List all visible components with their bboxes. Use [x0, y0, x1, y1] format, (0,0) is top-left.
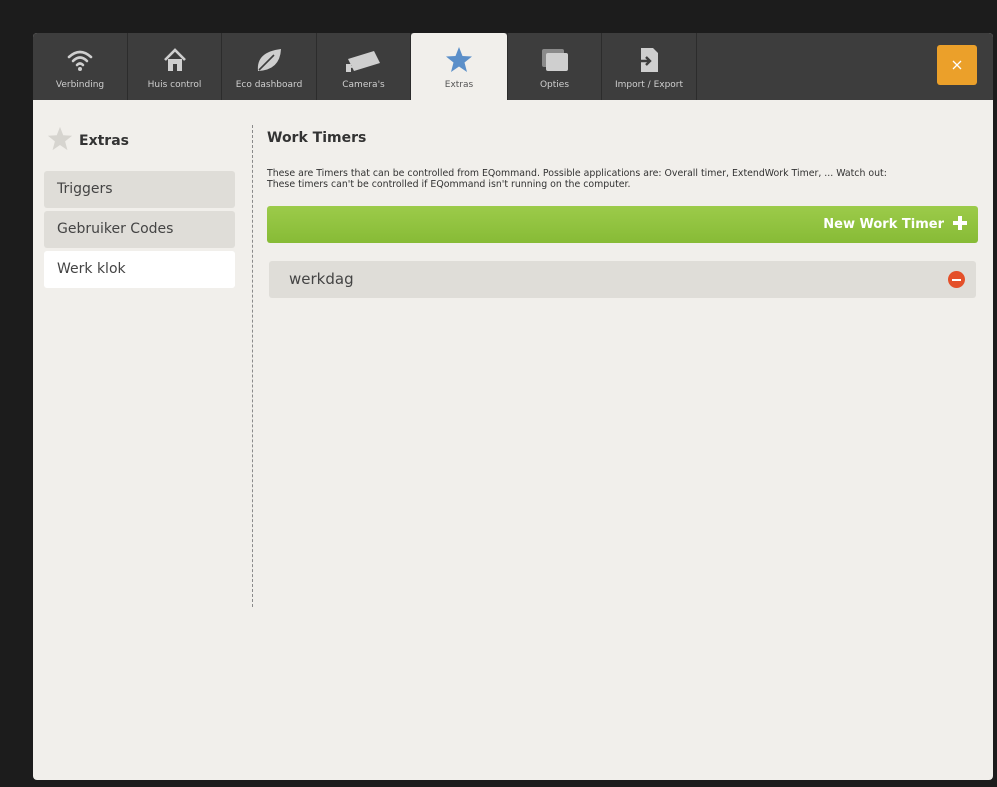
- star-icon: [445, 46, 473, 74]
- sidebar-item-werk-klok[interactable]: Werk klok: [44, 251, 235, 288]
- list-item[interactable]: werkdag: [269, 261, 976, 298]
- tab-extras[interactable]: Extras: [411, 33, 507, 100]
- star-icon: [47, 126, 73, 156]
- leaf-icon: [254, 46, 284, 74]
- sidebar-header: Extras: [47, 126, 129, 156]
- description-text: These are Timers that can be controlled …: [267, 168, 983, 190]
- tab-import-export[interactable]: Import / Export: [602, 33, 697, 100]
- plus-icon: [952, 215, 968, 235]
- sidebar-item-gebruiker-codes[interactable]: Gebruiker Codes: [44, 211, 235, 248]
- tab-cameras[interactable]: Camera's: [317, 33, 411, 100]
- house-icon: [162, 46, 188, 74]
- tab-label: Verbinding: [55, 80, 105, 90]
- wifi-icon: [66, 46, 94, 74]
- options-icon: [540, 46, 570, 74]
- new-work-timer-button[interactable]: New Work Timer: [267, 206, 978, 243]
- close-icon: [951, 56, 963, 75]
- tab-huis-control[interactable]: Huis control: [128, 33, 222, 100]
- tab-label: Extras: [444, 80, 474, 90]
- tab-label: Huis control: [147, 80, 202, 90]
- camera-icon: [344, 46, 384, 74]
- tab-verbinding[interactable]: Verbinding: [33, 33, 128, 100]
- page-title: Work Timers: [267, 130, 367, 146]
- top-navigation-bar: Verbinding Huis control Eco dashboard Ca…: [33, 33, 993, 100]
- new-work-timer-label: New Work Timer: [823, 217, 944, 232]
- tab-label: Eco dashboard: [235, 80, 303, 90]
- column-divider: [252, 125, 253, 607]
- close-button[interactable]: [937, 45, 977, 85]
- remove-icon[interactable]: [948, 271, 965, 288]
- description-line: These timers can't be controlled if EQom…: [267, 179, 631, 190]
- sidebar-item-triggers[interactable]: Triggers: [44, 171, 235, 208]
- tab-label: Camera's: [342, 80, 385, 90]
- tab-opties[interactable]: Opties: [507, 33, 602, 100]
- sidebar-title: Extras: [79, 133, 129, 149]
- timer-name: werkdag: [289, 270, 354, 288]
- description-line: These are Timers that can be controlled …: [267, 168, 887, 179]
- tab-label: Import / Export: [614, 80, 684, 90]
- app-window: Verbinding Huis control Eco dashboard Ca…: [33, 33, 993, 780]
- tab-eco-dashboard[interactable]: Eco dashboard: [222, 33, 317, 100]
- import-export-icon: [636, 46, 662, 74]
- tab-label: Opties: [539, 80, 570, 90]
